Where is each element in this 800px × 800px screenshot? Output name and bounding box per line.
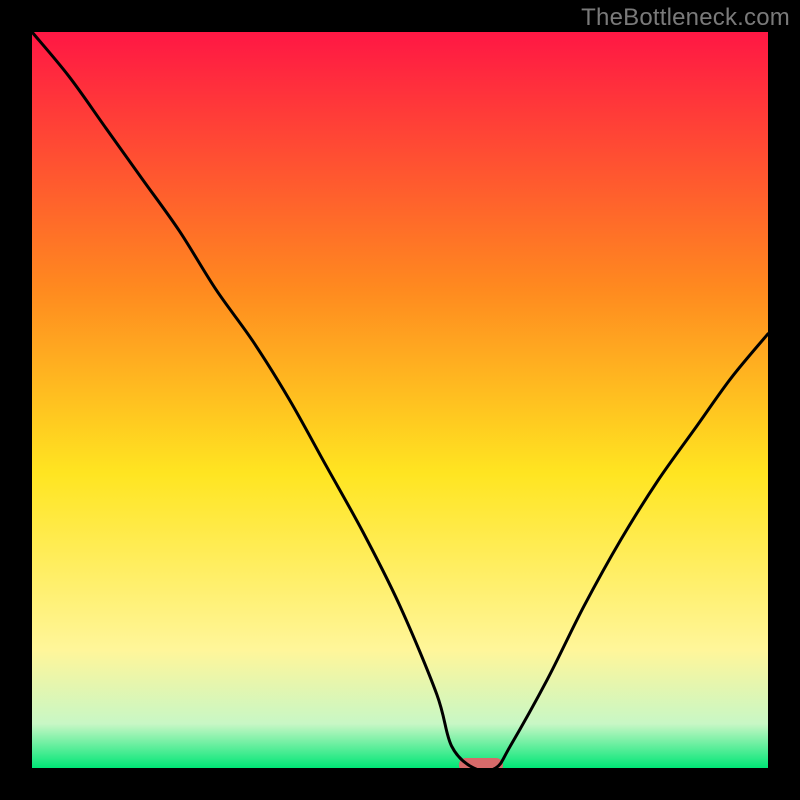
bottleneck-chart xyxy=(0,0,800,800)
chart-container: TheBottleneck.com xyxy=(0,0,800,800)
watermark-text: TheBottleneck.com xyxy=(581,4,790,32)
plot-gradient-background xyxy=(32,32,768,768)
